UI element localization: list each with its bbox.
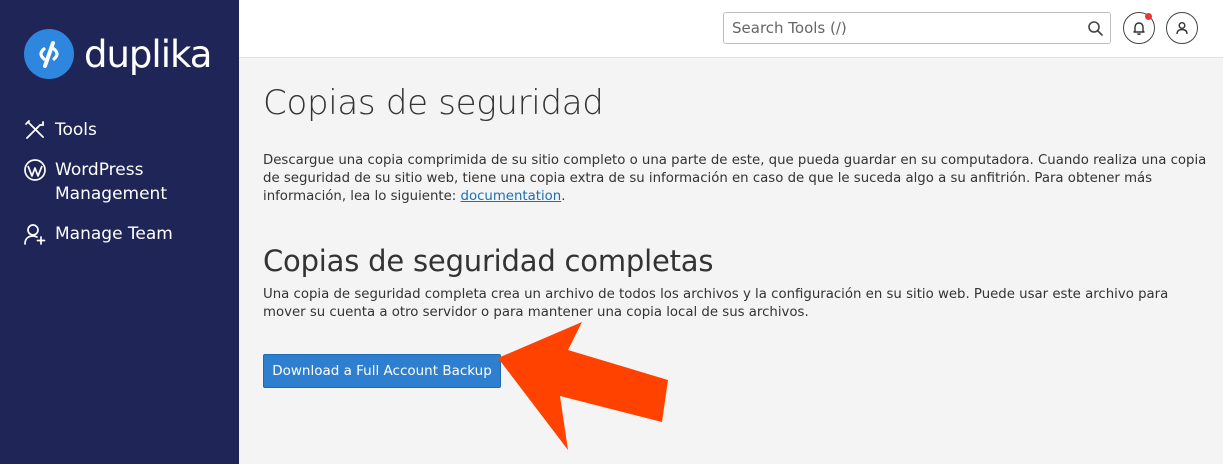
sidebar-item-wordpress-management[interactable]: WordPress Management (23, 158, 195, 206)
sidebar-item-label: WordPress Management (55, 160, 167, 204)
sidebar-item-manage-team[interactable]: Manage Team (23, 222, 195, 246)
main-content: Copias de seguridad Descargue una copia … (263, 58, 1207, 388)
section-description: Una copia de seguridad completa crea un … (263, 287, 1169, 320)
download-full-backup-button[interactable]: Download a Full Account Backup (263, 354, 501, 388)
bell-icon (1133, 22, 1145, 35)
manage-team-icon (24, 224, 46, 245)
page-title: Copias de seguridad (263, 83, 604, 123)
intro-end: . (561, 189, 566, 204)
section-title: Copias de seguridad completas (263, 244, 714, 278)
brand-name: duplika (84, 32, 212, 76)
notification-dot (1145, 13, 1152, 20)
brand[interactable]: duplika (24, 29, 212, 79)
notifications-button[interactable] (1123, 12, 1155, 44)
search-input[interactable] (724, 13, 1064, 43)
sidebar-item-tools[interactable]: Tools (23, 118, 195, 142)
intro-body: Descargue una copia comprimida de su sit… (263, 153, 1207, 204)
tools-icon (25, 120, 44, 139)
documentation-link[interactable]: documentation (461, 189, 562, 204)
sidebar-item-label: Tools (55, 120, 97, 140)
wordpress-icon (24, 159, 46, 181)
user-icon (1176, 22, 1188, 35)
top-bar (239, 0, 1223, 58)
red-arrow-icon (498, 322, 668, 450)
search-box (723, 12, 1111, 44)
sidebar-item-label: Manage Team (55, 224, 173, 244)
intro-text: Descargue una copia comprimida de su sit… (263, 152, 1207, 206)
sidebar-nav: Tools WordPress Management Manage Team (23, 118, 195, 262)
duplika-logo-icon (24, 29, 74, 79)
search-icon[interactable] (1087, 20, 1103, 36)
sidebar: duplika Tools WordPress Management Manag… (0, 0, 239, 464)
user-menu-button[interactable] (1166, 12, 1198, 44)
